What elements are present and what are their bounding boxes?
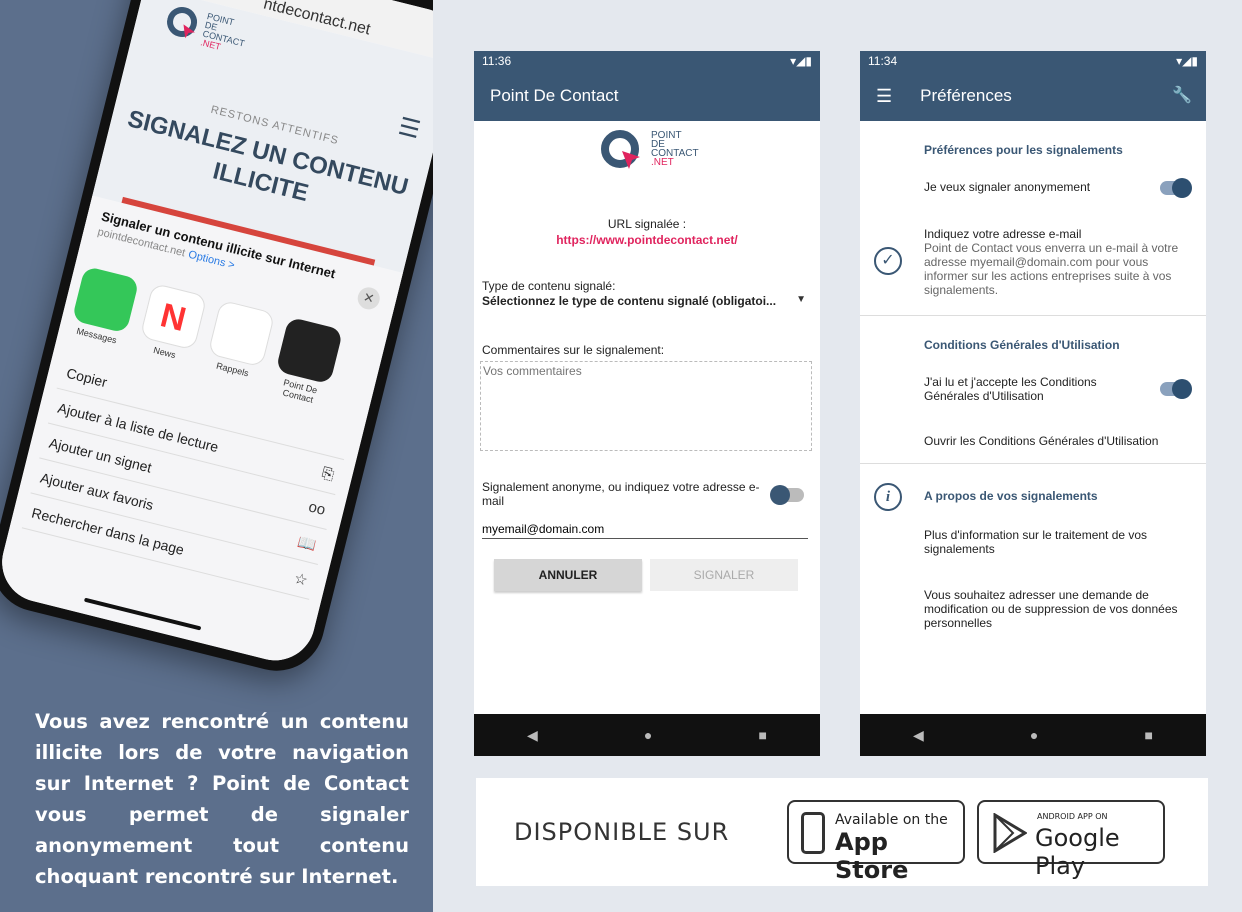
comments-label: Commentaires sur le signalement: (482, 343, 665, 357)
app-store-badge[interactable]: Available on the App Store (787, 800, 965, 884)
share-app-pointdecontact[interactable]: Point De Contact (270, 316, 344, 408)
android-nav-bar: ◀ ● ■ (474, 714, 820, 756)
signal-battery-icon: ▾◢▮ (790, 54, 812, 68)
toggle-knob-icon (1172, 178, 1192, 198)
chevron-down-icon: ▼ (796, 294, 806, 305)
cgu-open-link[interactable]: Ouvrir les Conditions Générales d'Utilis… (924, 434, 1158, 448)
promo-panel: ntdecontact.net POINT DE CONTACT .NET ☰ … (0, 0, 433, 912)
divider (860, 463, 1206, 464)
available-on-label: DISPONIBLE SUR (514, 818, 730, 846)
app-bar: ☰ Préférences 🔧 (860, 71, 1206, 121)
toggle-knob-icon (1172, 379, 1192, 399)
cgu-accept-toggle[interactable] (1160, 379, 1192, 399)
appstore-small-text: Available on the (835, 812, 948, 828)
promo-tagline: Vous avez rencontré un contenu illicite … (35, 710, 409, 888)
star-icon: ☆ (292, 569, 310, 590)
home-icon[interactable]: ● (1030, 727, 1038, 743)
share-app-messages[interactable]: Messages (66, 265, 140, 357)
home-icon[interactable]: ● (644, 727, 652, 743)
messages-icon (71, 265, 140, 334)
url-value: https://www.pointdecontact.net/ (556, 233, 738, 247)
email-pref-title[interactable]: Indiquez votre adresse e-mail (924, 227, 1081, 241)
submit-button[interactable]: SIGNALER (650, 559, 798, 591)
section-title-reports: Préférences pour les signalements (924, 143, 1123, 157)
book-icon: 📖 (296, 533, 319, 555)
anon-toggle[interactable] (770, 485, 804, 505)
gdpr-link[interactable]: Vous souhaitez adresser une demande de m… (924, 588, 1200, 630)
iphone-frame: ntdecontact.net POINT DE CONTACT .NET ☰ … (0, 0, 433, 681)
preferences-screen: 11:34 ▾◢▮ ☰ Préférences 🔧 Préférences pou… (860, 51, 1206, 756)
toggle-knob-icon (770, 485, 790, 505)
report-screen: 11:36 ▾◢▮ Point De Contact POINT DE CONTA… (474, 51, 820, 756)
iphone-mockup: ntdecontact.net POINT DE CONTACT .NET ☰ … (0, 0, 433, 681)
action-label: Copier (65, 364, 109, 390)
cancel-button[interactable]: ANNULER (494, 559, 642, 591)
news-icon: N (139, 282, 208, 351)
appstore-big-text: App Store (835, 828, 909, 884)
anon-pref-toggle[interactable] (1160, 178, 1192, 198)
status-bar: 11:36 ▾◢▮ (474, 51, 820, 71)
iphone-screen: ntdecontact.net POINT DE CONTACT .NET ☰ … (0, 0, 433, 669)
phone-icon (801, 812, 825, 854)
anon-label: Signalement anonyme, ou indiquez votre a… (482, 480, 760, 508)
signal-battery-icon: ▾◢▮ (1176, 54, 1198, 68)
type-dropdown-value: Sélectionnez le type de contenu signalé … (482, 294, 777, 308)
google-play-badge[interactable]: ANDROID APP ON Google Play (977, 800, 1165, 880)
comments-input[interactable] (480, 361, 812, 451)
info-icon: i (874, 483, 902, 511)
app-label: News (152, 345, 177, 361)
logo-line: .NET (651, 157, 674, 168)
gplay-small-text: ANDROID APP ON (1037, 812, 1108, 821)
back-icon[interactable]: ◀ (913, 727, 924, 744)
back-icon[interactable]: ◀ (527, 727, 538, 744)
anon-pref-label: Je veux signaler anonymement (924, 180, 1091, 194)
email-pref-desc: Point de Contact vous enverra un e-mail … (924, 241, 1179, 297)
divider (860, 315, 1206, 316)
recents-icon[interactable]: ■ (1144, 727, 1152, 743)
home-indicator (83, 597, 202, 631)
share-sheet: Signaler un contenu illicite sur Interne… (0, 195, 403, 669)
share-app-rappels[interactable]: Rappels (202, 299, 276, 391)
gplay-big-text: Google Play (1035, 824, 1120, 880)
app-label: Point De Contact (281, 377, 319, 405)
pdc-app-icon (275, 316, 344, 385)
share-app-news[interactable]: N News (134, 282, 208, 374)
store-banner: DISPONIBLE SUR Available on the App Stor… (476, 778, 1208, 886)
type-label: Type de contenu signalé: (482, 279, 616, 293)
pdc-logo-icon (601, 130, 640, 169)
section-title-about: A propos de vos signalements (924, 489, 1098, 503)
recents-icon[interactable]: ■ (758, 727, 766, 743)
hamburger-menu-icon[interactable]: ☰ (395, 112, 423, 145)
info-link[interactable]: Plus d'information sur le traitement de … (924, 528, 1184, 556)
page-title: Préférences (920, 86, 1012, 105)
reading-list-icon: ⎘ (320, 464, 336, 484)
reminders-icon (207, 299, 276, 368)
pdc-logo-icon (167, 6, 198, 39)
status-time: 11:34 (868, 54, 898, 68)
wrench-icon[interactable]: 🔧 (1172, 85, 1192, 105)
type-dropdown[interactable]: Sélectionnez le type de contenu signalé … (482, 294, 806, 312)
check-circle-icon: ✓ (874, 247, 902, 275)
cgu-accept-label: J'ai lu et j'accepte les Conditions Géné… (924, 375, 1097, 403)
section-title-cgu: Conditions Générales d'Utilisation (924, 338, 1120, 352)
page-title: Point De Contact (490, 86, 619, 105)
app-bar: Point De Contact (474, 71, 820, 121)
url-label: URL signalée : (607, 217, 687, 231)
site-logo: POINT DE CONTACT .NET (163, 3, 250, 57)
report-logo: POINT DE CONTACT .NET (600, 127, 699, 171)
hamburger-menu-icon[interactable]: ☰ (876, 86, 892, 107)
status-time: 11:36 (482, 54, 512, 68)
play-triangle-icon (993, 813, 1027, 853)
email-field[interactable] (482, 519, 808, 539)
android-nav-bar: ◀ ● ■ (860, 714, 1206, 756)
status-bar: 11:34 ▾◢▮ (860, 51, 1206, 71)
glasses-icon: oo (306, 498, 328, 519)
